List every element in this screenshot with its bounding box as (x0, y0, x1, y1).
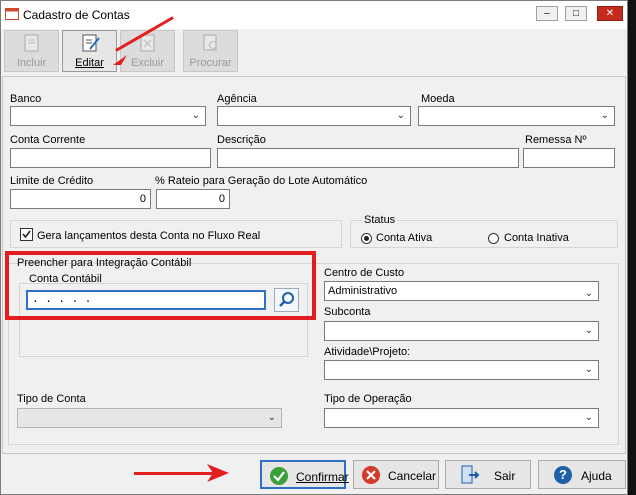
chevron-down-icon: ⌄ (584, 412, 593, 423)
centro-custo-select[interactable]: Administrativo ⌄ (324, 281, 599, 301)
sair-button[interactable]: Sair (445, 460, 531, 489)
conta-corrente-input[interactable] (10, 148, 211, 168)
exit-door-icon (461, 465, 480, 484)
title-bar: Cadastro de Contas – □ ✕ (1, 1, 627, 29)
agencia-select[interactable]: ⌄ (217, 106, 411, 126)
remessa-label: Remessa Nº (525, 134, 587, 146)
procurar-label: Procurar (189, 57, 232, 69)
annotation-arrowhead-confirmar (207, 464, 229, 482)
cancel-circle-icon (362, 466, 380, 484)
confirmar-label: Confirmar (296, 470, 349, 484)
moeda-select[interactable]: ⌄ (418, 106, 615, 126)
ajuda-button[interactable]: ? Ajuda (538, 460, 626, 489)
atividade-select[interactable]: ⌄ (324, 360, 599, 380)
annotation-arrow-confirmar (134, 472, 214, 475)
conta-ativa-radio[interactable] (361, 233, 372, 244)
chevron-down-icon: ⌄ (396, 110, 405, 121)
chevron-down-icon: ⌄ (584, 364, 593, 375)
status-label: Status (362, 214, 398, 226)
editar-button[interactable]: Editar (62, 30, 117, 72)
conta-inativa-label: Conta Inativa (504, 232, 569, 244)
conta-inativa-radio[interactable] (488, 233, 499, 244)
window-title: Cadastro de Contas (23, 8, 130, 22)
chevron-down-icon: ⌄ (600, 110, 609, 121)
check-icon (22, 230, 31, 239)
cancelar-label: Cancelar (388, 469, 437, 483)
gera-lancamentos-label: Gera lançamentos desta Conta no Fluxo Re… (37, 230, 261, 242)
tipo-conta-label: Tipo de Conta (17, 393, 86, 405)
search-icon (279, 292, 294, 307)
subconta-label: Subconta (324, 306, 371, 318)
rateio-input[interactable]: 0 (156, 189, 230, 209)
app-icon (5, 8, 19, 20)
confirmar-button[interactable]: Confirmar (260, 460, 349, 489)
chevron-down-icon: ⌄ (267, 412, 276, 423)
conta-corrente-label: Conta Corrente (10, 134, 86, 146)
ajuda-label: Ajuda (581, 469, 612, 483)
limite-credito-label: Limite de Crédito (10, 175, 94, 187)
minimize-button[interactable]: – (536, 6, 558, 21)
centro-custo-value: Administrativo (328, 285, 398, 297)
moeda-label: Moeda (421, 93, 455, 105)
tipo-operacao-select[interactable]: ⌄ (324, 408, 599, 428)
subconta-select[interactable]: ⌄ (324, 321, 599, 341)
main-window: Cadastro de Contas – □ ✕ Incluir Editar … (0, 0, 628, 495)
agencia-label: Agência (217, 93, 257, 105)
descricao-label: Descrição (217, 134, 266, 146)
limite-credito-input[interactable]: 0 (10, 189, 151, 209)
search-document-icon (203, 34, 217, 51)
atividade-label: Atividade\Projeto: (324, 346, 411, 358)
help-icon: ? (554, 466, 572, 484)
descricao-input[interactable] (217, 148, 519, 168)
sair-label: Sair (494, 469, 516, 483)
edit-document-icon (82, 34, 100, 52)
chevron-down-icon: ⌄ (584, 288, 593, 299)
maximize-button[interactable]: □ (565, 6, 587, 21)
editar-label: Editar (75, 57, 104, 69)
annotation-arrowhead-editar (113, 55, 127, 65)
rateio-label: % Rateio para Geração do Lote Automático (155, 175, 368, 187)
tipo-conta-select[interactable]: ⌄ (17, 408, 282, 428)
new-document-icon (24, 34, 39, 52)
tipo-operacao-label: Tipo de Operação (324, 393, 412, 405)
banco-label: Banco (10, 93, 42, 105)
conta-contabil-search-button[interactable] (274, 288, 299, 312)
remessa-input[interactable] (523, 148, 615, 168)
gera-lancamentos-checkbox[interactable] (20, 228, 33, 241)
check-circle-icon (270, 467, 288, 485)
banco-select[interactable]: ⌄ (10, 106, 206, 126)
incluir-label: Incluir (16, 57, 47, 69)
close-button[interactable]: ✕ (597, 6, 623, 21)
incluir-button[interactable]: Incluir (4, 30, 59, 72)
chevron-down-icon: ⌄ (191, 110, 200, 121)
conta-contabil-label: Conta Contábil (29, 273, 102, 285)
chevron-down-icon: ⌄ (584, 325, 593, 336)
procurar-button[interactable]: Procurar (183, 30, 238, 72)
conta-ativa-label: Conta Ativa (376, 232, 433, 244)
centro-custo-label: Centro de Custo (324, 267, 405, 279)
integracao-label: Preencher para Integração Contábil (17, 257, 192, 269)
cancelar-button[interactable]: Cancelar (353, 460, 439, 489)
conta-contabil-input[interactable]: . . . . . (26, 290, 266, 310)
desktop-background (628, 0, 636, 495)
